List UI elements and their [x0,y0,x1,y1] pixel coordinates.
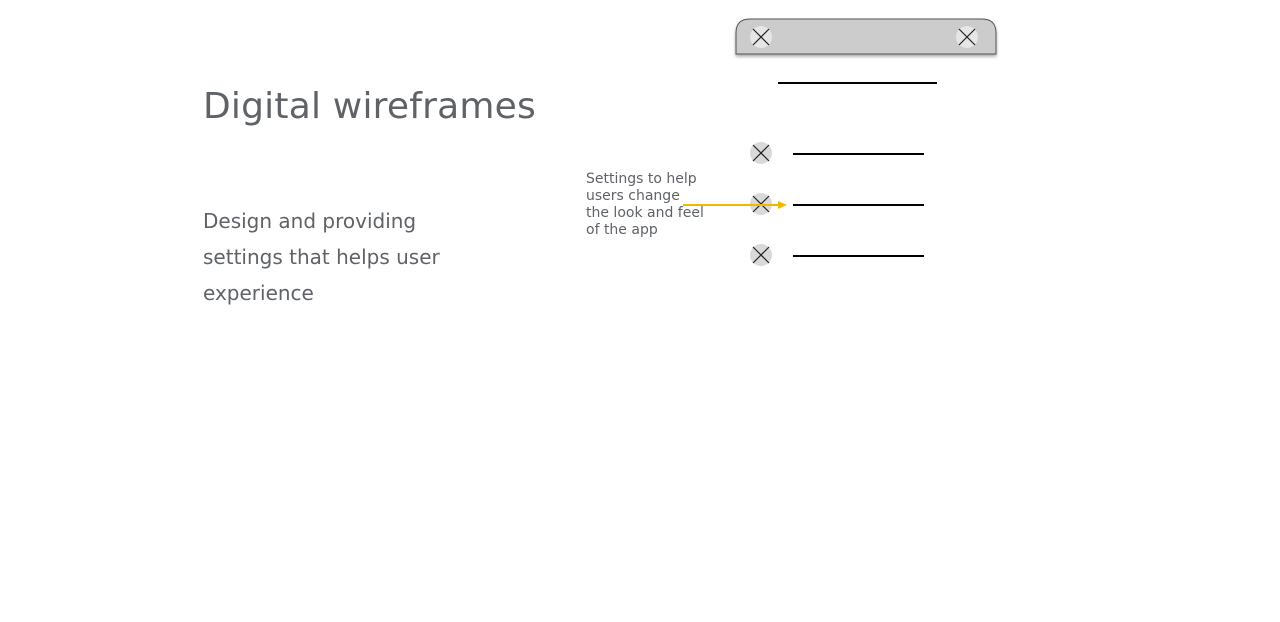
placeholder-x-icon [750,244,772,266]
header-left-icon [750,26,772,48]
wireframe-diagram [683,18,997,266]
header-right-icon [956,26,978,48]
placeholder-x-icon [750,142,772,164]
settings-row-1 [750,142,924,164]
settings-row-3 [750,244,924,266]
